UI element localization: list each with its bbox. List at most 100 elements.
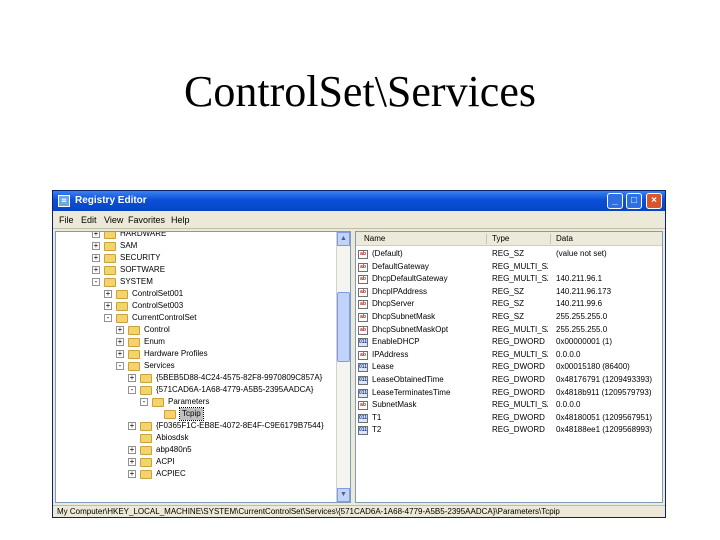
maximize-button[interactable]: □ [626, 193, 642, 209]
value-row[interactable]: 011 LeaseTerminatesTime REG_DWORD 0x4818b91… [356, 387, 662, 400]
tree-node[interactable]: + Hardware Profiles [56, 348, 336, 360]
column-data[interactable]: Data [556, 234, 573, 243]
value-type: REG_MULTI_SZ [492, 324, 548, 334]
expand-icon[interactable]: + [128, 458, 136, 466]
value-row[interactable]: ab DhcpDefaultGateway REG_MULTI_SZ 140.211.… [356, 273, 662, 286]
expand-icon[interactable]: + [92, 254, 100, 262]
value-row[interactable]: ab (Default) REG_SZ (value not set) [356, 248, 662, 261]
tree-scrollbar[interactable]: ▲ ▼ [336, 232, 350, 502]
menu-help[interactable]: Help [171, 215, 190, 225]
tree-node[interactable]: + abp480n5 [56, 444, 336, 456]
value-row[interactable]: ab SubnetMask REG_MULTI_SZ 0.0.0.0 [356, 399, 662, 412]
expand-icon[interactable]: + [128, 446, 136, 454]
folder-icon [140, 386, 152, 395]
value-row[interactable]: 011 T2 REG_DWORD 0x48188ee1 (1209568993) [356, 424, 662, 437]
close-button[interactable]: × [646, 193, 662, 209]
expand-icon[interactable]: + [128, 470, 136, 478]
value-type: REG_MULTI_SZ [492, 274, 548, 284]
value-row[interactable]: ab DefaultGateway REG_MULTI_SZ [356, 261, 662, 274]
expand-icon[interactable]: + [92, 232, 100, 238]
value-type: REG_DWORD [492, 375, 545, 384]
collapse-icon[interactable]: - [92, 278, 100, 286]
folder-icon [128, 338, 140, 347]
value-type: REG_SZ [492, 249, 525, 258]
value-name: DhcpSubnetMaskOpt [372, 324, 449, 334]
tree-node[interactable]: Abiosdsk [56, 432, 336, 444]
expand-icon[interactable]: + [128, 374, 136, 382]
title-bar[interactable]: ⌗ Registry Editor _ □ × [53, 191, 665, 211]
tree-node[interactable]: Tcpip [56, 407, 336, 421]
column-type[interactable]: Type [492, 234, 509, 243]
menu-view[interactable]: View [104, 215, 123, 225]
value-row[interactable]: ab DhcpSubnetMaskOpt REG_MULTI_SZ 255.255.2… [356, 324, 662, 337]
value-name: IPAddress [372, 349, 409, 359]
collapse-icon[interactable]: - [104, 314, 112, 322]
tree-node[interactable]: - CurrentControlSet [56, 312, 336, 324]
expand-icon[interactable]: + [92, 242, 100, 250]
column-name[interactable]: Name [364, 234, 385, 243]
values-list[interactable]: Name Type Data ab (Default) REG_SZ (value n… [355, 231, 663, 503]
value-row[interactable]: ab IPAddress REG_MULTI_SZ 0.0.0.0 [356, 349, 662, 362]
minimize-button[interactable]: _ [607, 193, 623, 209]
value-row[interactable]: ab DhcpSubnetMask REG_SZ 255.255.255.0 [356, 311, 662, 324]
tree-node-label: SAM [120, 241, 138, 250]
tree-node[interactable]: + ACPIEC [56, 468, 336, 480]
menu-favorites[interactable]: Favorites [128, 215, 165, 225]
tree-node[interactable]: + HARDWARE [56, 232, 336, 240]
collapse-icon[interactable]: - [128, 386, 136, 394]
value-type: REG_DWORD [492, 337, 545, 347]
expand-icon[interactable]: + [104, 302, 112, 310]
tree-node[interactable]: + Control [56, 324, 336, 336]
collapse-icon[interactable]: - [140, 398, 148, 406]
tree-node-label: {F0365F1C-EB8E-4072-8E4F-C9E6179B7544} [156, 421, 324, 430]
menu-file[interactable]: File [59, 215, 74, 225]
tree-node[interactable]: + ACPI [56, 456, 336, 468]
dword-value-icon: 011 [358, 426, 368, 436]
collapse-icon[interactable]: - [116, 362, 124, 370]
tree-node[interactable]: - {571CAD6A-1A68-4779-A5B5-2395AADCA} [56, 384, 336, 396]
string-value-icon: ab [358, 287, 368, 297]
value-data: 0.0.0.0 [556, 349, 581, 359]
value-type: REG_DWORD [492, 387, 545, 397]
value-data: 0x4818b911 (1209579793) [556, 387, 652, 397]
tree-node[interactable]: - SYSTEM [56, 276, 336, 288]
menu-edit[interactable]: Edit [81, 215, 97, 225]
value-row[interactable]: ab DhcpServer REG_SZ 140.211.99.6 [356, 298, 662, 311]
scroll-up-arrow[interactable]: ▲ [337, 232, 350, 246]
tree-node[interactable]: - Parameters [56, 396, 336, 408]
folder-icon [140, 434, 152, 443]
folder-icon [140, 470, 152, 479]
value-row[interactable]: 011 LeaseObtainedTime REG_DWORD 0x48176791 … [356, 374, 662, 387]
value-data: 255.255.255.0 [556, 312, 608, 321]
expand-icon[interactable]: + [128, 422, 136, 430]
tree-node-label: {571CAD6A-1A68-4779-A5B5-2395AADCA} [156, 385, 314, 394]
value-row[interactable]: ab DhcpIPAddress REG_SZ 140.211.96.173 [356, 286, 662, 299]
value-data: 0.0.0.0 [556, 400, 581, 410]
string-value-icon: ab [358, 325, 368, 335]
tree-node[interactable]: + SECURITY [56, 252, 336, 264]
tree-node[interactable]: + {5BEB5D88-4C24-4575-82F8-9970809C857A} [56, 372, 336, 384]
expand-icon[interactable]: + [116, 350, 124, 358]
value-name: LeaseObtainedTime [372, 375, 444, 384]
tree-node[interactable]: - Services [56, 360, 336, 372]
tree-node[interactable]: + ControlSet001 [56, 288, 336, 300]
value-row[interactable]: 011 Lease REG_DWORD 0x00015180 (86400) [356, 361, 662, 374]
expand-icon[interactable]: + [104, 290, 112, 298]
key-tree[interactable]: + HARDWARE + SAM + SECURITY + SOFTWARE - SYSTEM + C… [55, 231, 351, 503]
scroll-down-arrow[interactable]: ▼ [337, 488, 350, 502]
value-data: 0x00015180 (86400) [556, 362, 630, 372]
list-header: Name Type Data [356, 232, 662, 246]
value-data: 0x48180051 (1209567951) [556, 412, 653, 422]
tree-node[interactable]: + Enum [56, 336, 336, 348]
tree-node[interactable]: + {F0365F1C-EB8E-4072-8E4F-C9E6179B7544} [56, 420, 336, 432]
value-row[interactable]: 011 EnableDHCP REG_DWORD 0x00000001 (1) [356, 336, 662, 349]
expand-icon[interactable]: + [92, 266, 100, 274]
expand-icon[interactable]: + [116, 338, 124, 346]
tree-node[interactable]: + ControlSet003 [56, 300, 336, 312]
scroll-thumb[interactable] [337, 292, 350, 362]
value-row[interactable]: 011 T1 REG_DWORD 0x48180051 (1209567951) [356, 412, 662, 425]
tree-node[interactable]: + SAM [56, 240, 336, 252]
tree-node[interactable]: + SOFTWARE [56, 264, 336, 276]
value-name: DhcpIPAddress [372, 286, 427, 296]
expand-icon[interactable]: + [116, 326, 124, 334]
